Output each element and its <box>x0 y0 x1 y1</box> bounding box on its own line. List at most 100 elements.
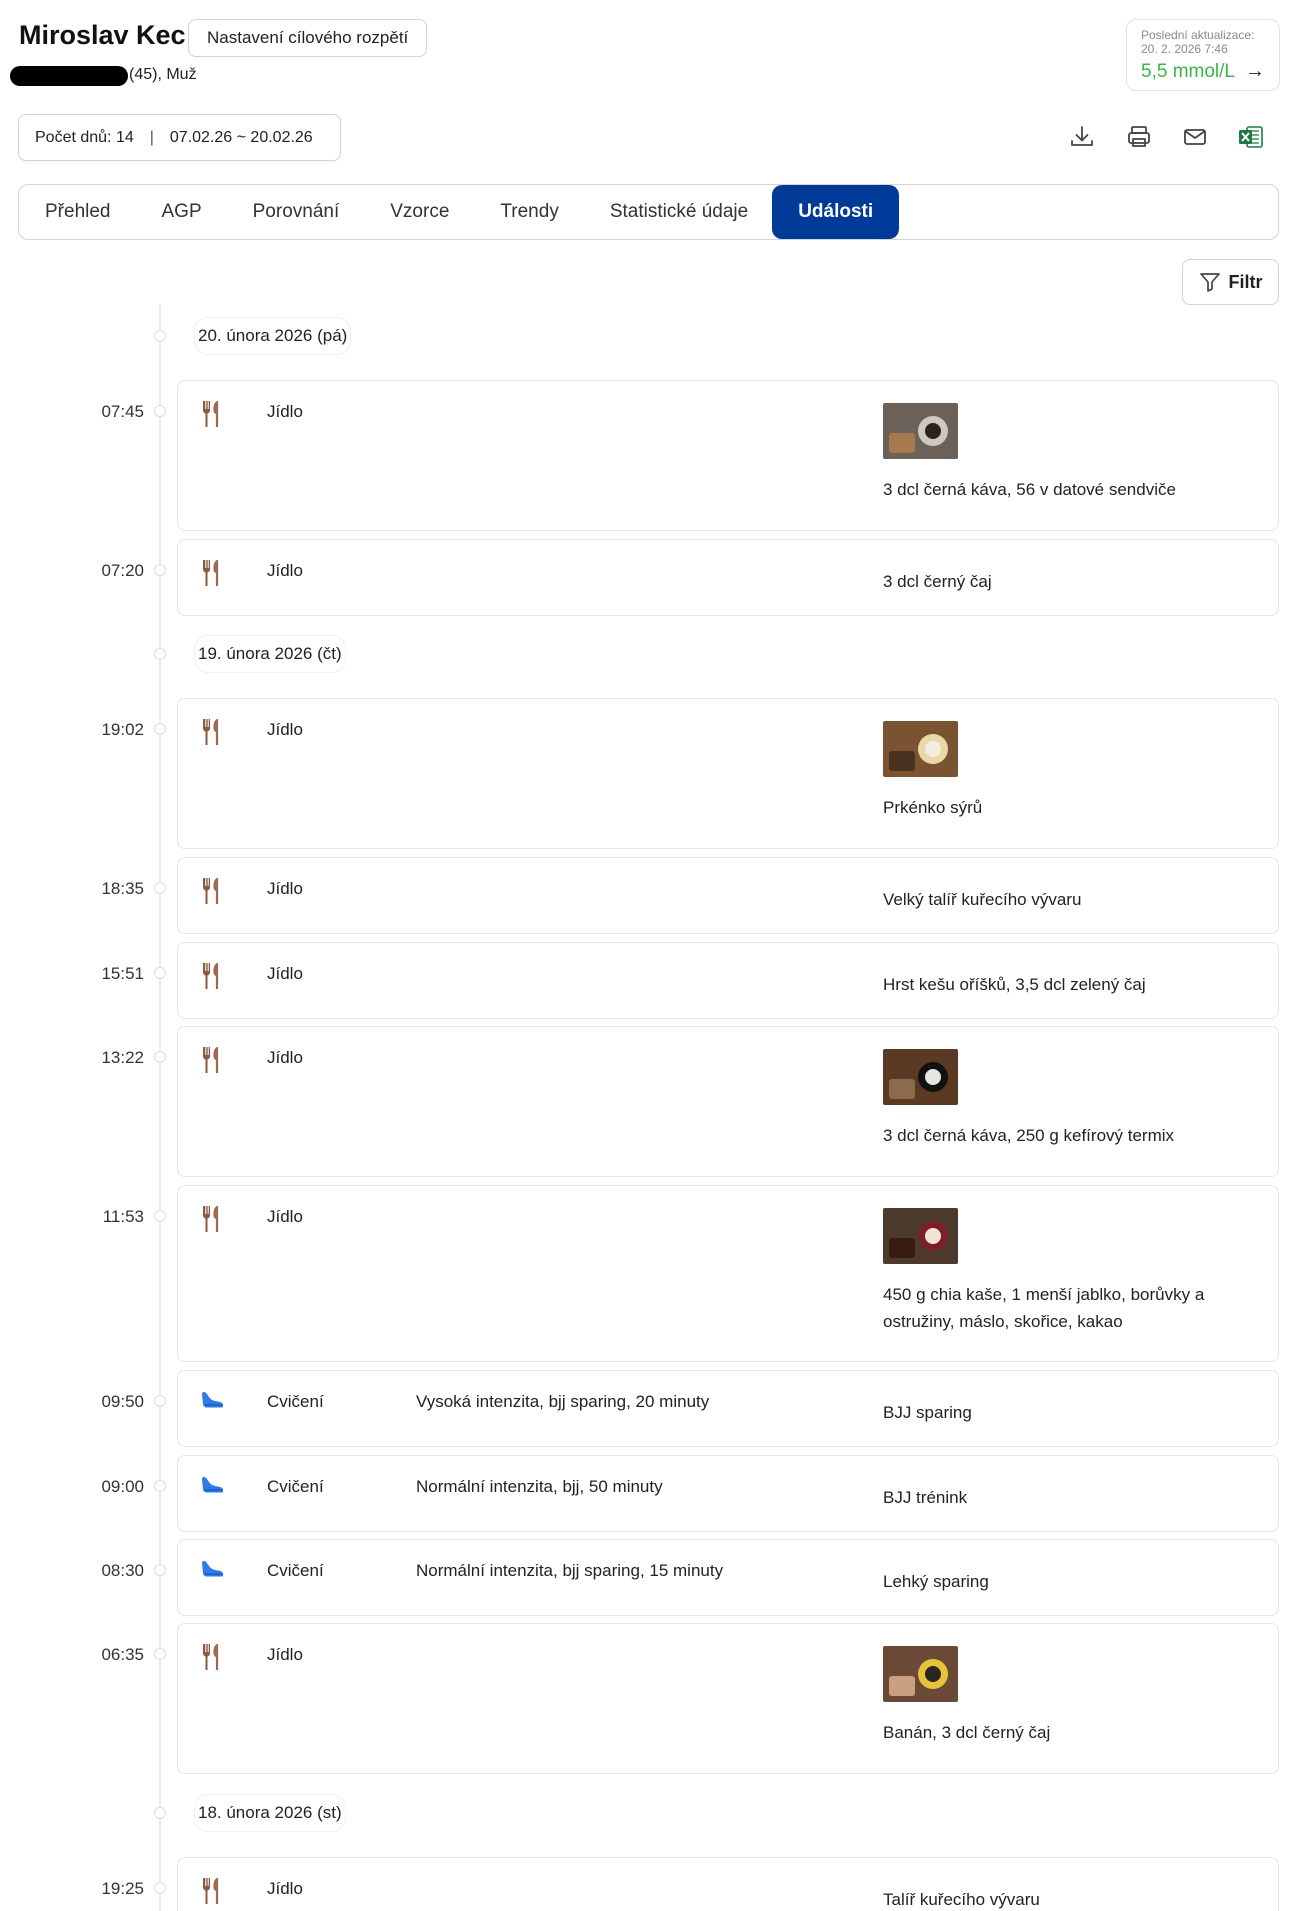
event-type: Jídlo <box>267 1207 303 1226</box>
fork-knife-icon <box>200 399 224 429</box>
event-note: Velký talíř kuřecího vývaru <box>883 890 1082 909</box>
event-note: Lehký sparing <box>883 1572 989 1591</box>
print-icon[interactable] <box>1124 122 1154 152</box>
redacted-name <box>10 66 128 86</box>
event-time: 15:51 <box>101 964 144 983</box>
date-header: 18. února 2026 (st) <box>194 1794 346 1832</box>
timeline-dot <box>154 1395 166 1407</box>
date-header: 20. února 2026 (pá) <box>194 317 352 355</box>
arrow-right-icon: → <box>1245 60 1265 82</box>
timeline-line <box>159 304 161 1911</box>
photo-cheese-board[interactable] <box>883 721 958 777</box>
fork-knife-icon <box>200 961 224 991</box>
last-update-time: 20. 2. 2026 7:46 <box>1141 42 1228 56</box>
event-card[interactable]: Cvičení Normální intenzita, bjj sparing, … <box>177 1539 1279 1616</box>
event-detail: Vysoká intenzita, bjj sparing, 20 minuty <box>416 1392 710 1411</box>
fork-knife-icon <box>200 1876 224 1906</box>
event-time: 19:25 <box>101 1879 144 1898</box>
running-shoe-icon <box>200 1474 224 1504</box>
event-detail: Normální intenzita, bjj, 50 minuty <box>416 1477 663 1496</box>
event-card[interactable]: Jídlo 3 dcl černá káva, 250 g kefírový te… <box>177 1026 1279 1177</box>
patient-name: Miroslav Kec <box>19 20 186 50</box>
event-time: 07:45 <box>101 402 144 421</box>
event-note: 450 g chia kaše, 1 menší jablko, borůvky… <box>883 1285 1205 1331</box>
timeline-dot <box>154 1051 166 1063</box>
timeline-dot <box>154 1882 166 1894</box>
event-time: 09:50 <box>101 1392 144 1411</box>
event-note: 3 dcl černý čaj <box>883 572 992 591</box>
event-card[interactable]: Jídlo 3 dcl černý čaj <box>177 539 1279 616</box>
email-icon[interactable] <box>1180 122 1210 152</box>
range-separator: | <box>149 128 154 146</box>
event-card[interactable]: Cvičení Vysoká intenzita, bjj sparing, 20… <box>177 1370 1279 1447</box>
tab-1[interactable]: AGP <box>162 201 202 223</box>
event-time: 09:00 <box>101 1477 144 1496</box>
running-shoe-icon <box>200 1558 224 1588</box>
tab-3[interactable]: Vzorce <box>390 201 449 223</box>
tab-0[interactable]: Přehled <box>45 201 111 223</box>
tab-6[interactable]: Události <box>772 185 900 239</box>
timeline-dot <box>154 405 166 417</box>
event-note: Banán, 3 dcl černý čaj <box>883 1723 1051 1742</box>
event-note: 3 dcl černá káva, 250 g kefírový termix <box>883 1126 1175 1145</box>
event-time: 08:30 <box>101 1561 144 1580</box>
fork-knife-icon <box>200 558 224 588</box>
timeline-dot <box>154 1480 166 1492</box>
fork-knife-icon <box>200 876 224 906</box>
event-note: Hrst kešu oříšků, 3,5 dcl zelený čaj <box>883 975 1146 994</box>
timeline-dot <box>154 1807 166 1819</box>
timeline-dot <box>154 330 166 342</box>
event-time: 06:35 <box>101 1645 144 1664</box>
last-update-label: Poslední aktualizace: <box>1141 28 1255 42</box>
fork-knife-icon <box>200 717 224 747</box>
event-card[interactable]: Jídlo Velký talíř kuřecího vývaru <box>177 857 1279 934</box>
event-type: Jídlo <box>267 1879 303 1898</box>
event-note: Prkénko sýrů <box>883 798 983 817</box>
photo-coffee-sandwich[interactable] <box>883 403 958 459</box>
fork-knife-icon <box>200 1642 224 1672</box>
event-note: BJJ trénink <box>883 1488 968 1507</box>
patient-meta: (45), Muž <box>129 66 197 83</box>
timeline-dot <box>154 564 166 576</box>
excel-icon[interactable] <box>1236 122 1266 152</box>
photo-chia-bowl[interactable] <box>883 1208 958 1264</box>
date-range-selector[interactable]: Počet dnů: 14 | 07.02.26 ~ 20.02.26 <box>18 114 341 161</box>
photo-coffee-cup[interactable] <box>883 1049 958 1105</box>
event-card[interactable]: Jídlo 3 dcl černá káva, 56 v datové sendv… <box>177 380 1279 531</box>
event-type: Cvičení <box>267 1561 324 1580</box>
event-card[interactable]: Jídlo Hrst kešu oříšků, 3,5 dcl zelený ča… <box>177 942 1279 1019</box>
timeline-dot <box>154 967 166 979</box>
event-time: 11:53 <box>102 1207 144 1226</box>
last-glucose-value: 5,5 mmol/L <box>1141 60 1235 82</box>
tab-4[interactable]: Trendy <box>500 201 558 223</box>
filter-icon <box>1199 273 1220 292</box>
tab-5[interactable]: Statistické údaje <box>610 201 748 223</box>
event-card[interactable]: Jídlo Talíř kuřecího vývaru <box>177 1857 1279 1911</box>
event-time: 19:02 <box>101 720 144 739</box>
tab-2[interactable]: Porovnání <box>253 201 340 223</box>
event-note: Talíř kuřecího vývaru <box>883 1890 1040 1909</box>
event-card[interactable]: Jídlo Prkénko sýrů <box>177 698 1279 849</box>
last-value-row: 5,5 mmol/L → <box>1141 60 1265 83</box>
event-card[interactable]: Jídlo 450 g chia kaše, 1 menší jablko, bo… <box>177 1185 1279 1362</box>
event-type: Jídlo <box>267 402 303 421</box>
event-time: 13:22 <box>101 1048 144 1067</box>
photo-banana[interactable] <box>883 1646 958 1702</box>
event-type: Jídlo <box>267 879 303 898</box>
timeline-dot <box>154 723 166 735</box>
event-type: Jídlo <box>267 561 303 580</box>
filter-label: Filtr <box>1228 271 1263 292</box>
download-icon[interactable] <box>1067 122 1097 152</box>
event-card[interactable]: Jídlo Banán, 3 dcl černý čaj <box>177 1623 1279 1774</box>
timeline-dot <box>154 1564 166 1576</box>
last-update-card[interactable]: Poslední aktualizace: 20. 2. 2026 7:46 5… <box>1126 19 1280 91</box>
timeline-dot <box>154 1648 166 1660</box>
timeline-dot <box>154 1210 166 1222</box>
event-type: Jídlo <box>267 1048 303 1067</box>
filter-button[interactable]: Filtr <box>1182 259 1279 305</box>
target-range-button[interactable]: Nastavení cílového rozpětí <box>188 19 428 57</box>
event-type: Cvičení <box>267 1477 324 1496</box>
event-type: Cvičení <box>267 1392 324 1411</box>
event-card[interactable]: Cvičení Normální intenzita, bjj, 50 minut… <box>177 1455 1279 1532</box>
fork-knife-icon <box>200 1045 224 1075</box>
